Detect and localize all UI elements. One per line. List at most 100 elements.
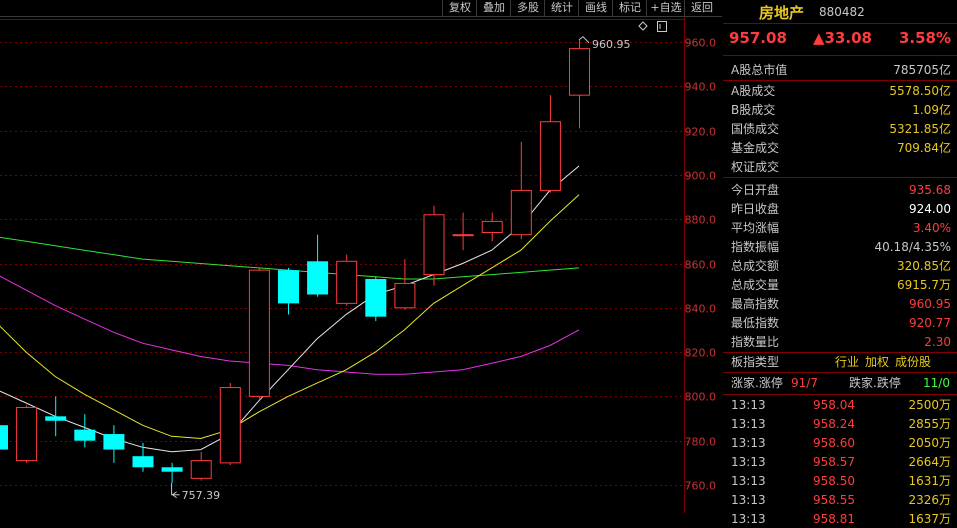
candle-body-up <box>394 282 416 309</box>
stat-value: 785705亿 <box>893 63 951 77</box>
stat-row: 指数振幅 40.18/4.35% <box>723 238 957 257</box>
toolbar-button[interactable]: 统计 <box>544 0 579 16</box>
high-label: 960.95 <box>592 38 631 51</box>
candle-body-down <box>45 416 67 421</box>
stat-label: 基金成交 <box>731 141 780 155</box>
divider <box>723 394 957 395</box>
candle-body-down <box>307 261 329 295</box>
candle-body-up <box>336 260 358 304</box>
chart-toolbar: 复权 叠加 多股 统计 画线 标记 +自选 返回 <box>0 0 722 16</box>
stat-value: 5578.50亿 <box>889 84 951 98</box>
candle-body-up <box>452 234 474 237</box>
stat-row: 权证成交 <box>723 158 957 177</box>
divider <box>723 55 957 56</box>
y-tick-label: 960.0 <box>685 37 717 50</box>
index-code: 880482 <box>819 5 865 19</box>
divider <box>723 80 957 81</box>
stat-value: 960.95 <box>909 297 951 311</box>
candle-body-up <box>190 460 212 479</box>
y-tick-label: 880.0 <box>685 214 717 227</box>
candle-body-up <box>569 48 590 96</box>
board-type-row: 板指类型 行业 加权 成份股 <box>723 353 957 372</box>
toolbar-button[interactable]: +自选 <box>646 0 685 16</box>
tick-price: 958.55 <box>813 493 855 507</box>
candle-body-up <box>16 406 38 462</box>
tick-volume: 2326万 <box>908 493 951 507</box>
toolbar-button[interactable]: 标记 <box>612 0 647 16</box>
stat-value: 920.77 <box>909 316 951 330</box>
stat-value: 3.40% <box>912 221 951 235</box>
price-change-percent: 3.58% <box>898 29 951 47</box>
tick-time: 13:13 <box>731 455 766 469</box>
tick-price: 958.60 <box>813 436 855 450</box>
toolbar-button[interactable]: 返回 <box>684 0 719 16</box>
stat-row: 最高指数 960.95 <box>723 295 957 314</box>
toolbar-button[interactable]: 叠加 <box>476 0 511 16</box>
tick-time: 13:13 <box>731 417 766 431</box>
board-type-label: 板指类型 <box>731 355 780 369</box>
stat-row: 指数量比 2.30 <box>723 333 957 352</box>
stat-label: 权证成交 <box>731 160 780 174</box>
board-type-link[interactable]: 加权 <box>865 353 889 372</box>
y-tick-label: 800.0 <box>685 391 717 404</box>
candle-body-down <box>0 425 8 450</box>
stat-row: 平均涨幅 3.40% <box>723 219 957 238</box>
y-tick-label: 820.0 <box>685 347 717 360</box>
candle-body-down <box>74 429 96 441</box>
y-tick-label: 760.0 <box>685 480 717 493</box>
price-change: ▲33.08 <box>813 29 872 47</box>
tick-row: 13:13 958.57 2664万 <box>723 453 957 471</box>
toolbar-button[interactable]: 复权 <box>442 0 477 16</box>
decline-label: 跌家.跌停 <box>849 376 901 390</box>
tick-time: 13:13 <box>731 398 766 412</box>
stat-value: 6915.7万 <box>897 278 951 292</box>
stat-row: 最低指数 920.77 <box>723 314 957 333</box>
board-type-link[interactable]: 成份股 <box>895 353 931 372</box>
candle-body-down <box>278 270 299 304</box>
advance-value: 91/7 <box>791 376 818 390</box>
stat-label: 平均涨幅 <box>731 221 780 235</box>
stat-row: 国债成交 5321.85亿 <box>723 120 957 139</box>
tick-price: 958.04 <box>813 398 855 412</box>
stat-label: 昨日收盘 <box>731 202 780 216</box>
advance-decline-row: 涨家.涨停 91/7 跌家.跌停 11/0 <box>723 374 957 393</box>
tick-volume: 1631万 <box>908 474 951 488</box>
stat-row: B股成交 1.09亿 <box>723 101 957 120</box>
tick-row: 13:13 958.24 2855万 <box>723 415 957 433</box>
candle-body-up <box>539 121 561 191</box>
kline-chart[interactable]: 960.0 940.0 920.0 900.0 880.0 860.0 840.0 820.0… <box>0 0 722 513</box>
kline-chart-area[interactable]: 960.0 940.0 920.0 900.0 880.0 860.0 840.0 820.0… <box>0 0 722 513</box>
stat-label: 今日开盘 <box>731 183 780 197</box>
candle-body-up <box>248 269 270 397</box>
board-type-link[interactable]: 行业 <box>835 353 859 372</box>
candle-body-down <box>161 467 183 472</box>
advance-label: 涨家.涨停 <box>731 376 783 390</box>
tick-time: 13:13 <box>731 493 766 507</box>
stat-label: B股成交 <box>731 103 776 117</box>
tick-row: 13:13 958.50 1631万 <box>723 472 957 490</box>
stat-row: A股总市值 785705亿 <box>723 61 957 80</box>
y-tick-label: 900.0 <box>685 170 717 183</box>
stat-label: 总成交量 <box>731 278 780 292</box>
divider <box>723 177 957 178</box>
tick-row: 13:13 958.55 2326万 <box>723 491 957 509</box>
last-price: 957.08 <box>729 29 787 47</box>
candle-body-up <box>481 220 503 233</box>
candle-body-down <box>103 434 125 450</box>
toolbar-button[interactable]: 多股 <box>510 0 545 16</box>
stat-value: 1.09亿 <box>912 103 951 117</box>
stat-row: 今日开盘 935.68 <box>723 181 957 200</box>
tick-volume: 2050万 <box>908 436 951 450</box>
tick-price: 958.50 <box>813 474 855 488</box>
tick-price: 958.57 <box>813 455 855 469</box>
stat-label: 国债成交 <box>731 122 780 136</box>
stat-value: 709.84亿 <box>897 141 951 155</box>
y-tick-label: 780.0 <box>685 436 717 449</box>
stat-value: 935.68 <box>909 183 951 197</box>
stat-row: 总成交量 6915.7万 <box>723 276 957 295</box>
y-tick-label: 920.0 <box>685 126 717 139</box>
toolbar-button[interactable]: 画线 <box>578 0 613 16</box>
candle-body-down <box>132 456 154 468</box>
tick-price: 958.24 <box>813 417 855 431</box>
y-tick-label: 940.0 <box>685 81 717 94</box>
